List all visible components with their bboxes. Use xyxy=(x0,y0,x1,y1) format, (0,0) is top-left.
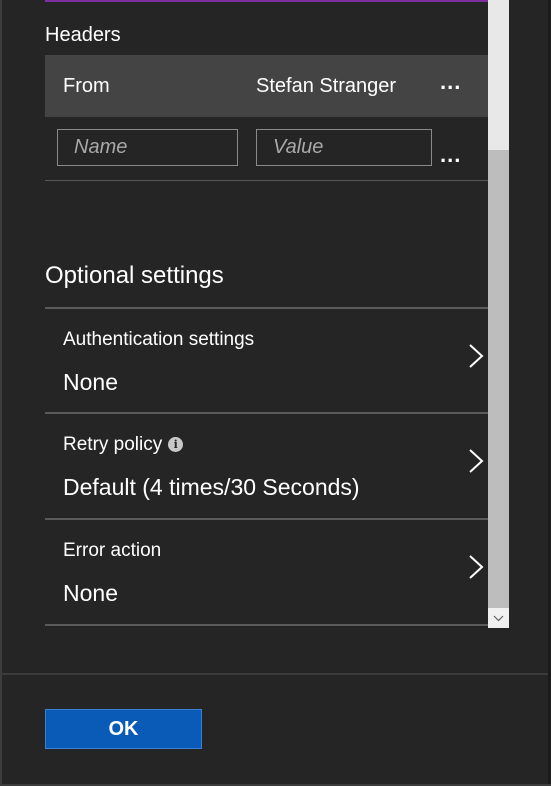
setting-label: Retry policy i xyxy=(63,434,184,456)
optional-settings-heading: Optional settings xyxy=(45,262,224,289)
new-header-more-icon[interactable]: ... xyxy=(440,144,461,166)
chevron-right-icon xyxy=(469,449,484,473)
footer-divider xyxy=(0,673,551,675)
header-value-input[interactable] xyxy=(256,129,432,166)
panel-border-left xyxy=(0,0,2,786)
top-accent-border xyxy=(45,0,488,2)
chevron-right-icon xyxy=(469,344,484,368)
setting-retry-policy[interactable]: Retry policy i Default (4 times/30 Second… xyxy=(45,412,488,518)
header-row: From Stefan Stranger ... xyxy=(45,55,488,117)
setting-label-text: Retry policy xyxy=(63,434,163,455)
settings-panel: Headers From Stefan Stranger ... ... Opt… xyxy=(0,0,551,786)
ok-button[interactable]: OK xyxy=(45,709,202,749)
chevron-right-icon xyxy=(469,555,484,579)
header-row-value: Stefan Stranger xyxy=(256,75,397,97)
scrollbar-thumb[interactable] xyxy=(488,150,509,608)
scroll-down-arrow-icon[interactable] xyxy=(488,608,509,628)
setting-label: Authentication settings xyxy=(63,329,255,350)
setting-value: None xyxy=(63,369,118,395)
settings-bottom-divider xyxy=(45,624,488,626)
setting-label: Error action xyxy=(63,540,162,561)
setting-value: Default (4 times/30 Seconds) xyxy=(63,474,360,500)
setting-error-action[interactable]: Error action None xyxy=(45,518,488,624)
header-row-name: From xyxy=(63,75,110,97)
header-name-input[interactable] xyxy=(57,129,238,166)
new-header-row: ... xyxy=(45,117,488,181)
header-row-more-icon[interactable]: ... xyxy=(440,71,461,93)
setting-value: None xyxy=(63,580,118,606)
setting-authentication[interactable]: Authentication settings None xyxy=(45,307,488,413)
info-icon[interactable]: i xyxy=(168,437,184,452)
headers-label: Headers xyxy=(45,24,121,46)
